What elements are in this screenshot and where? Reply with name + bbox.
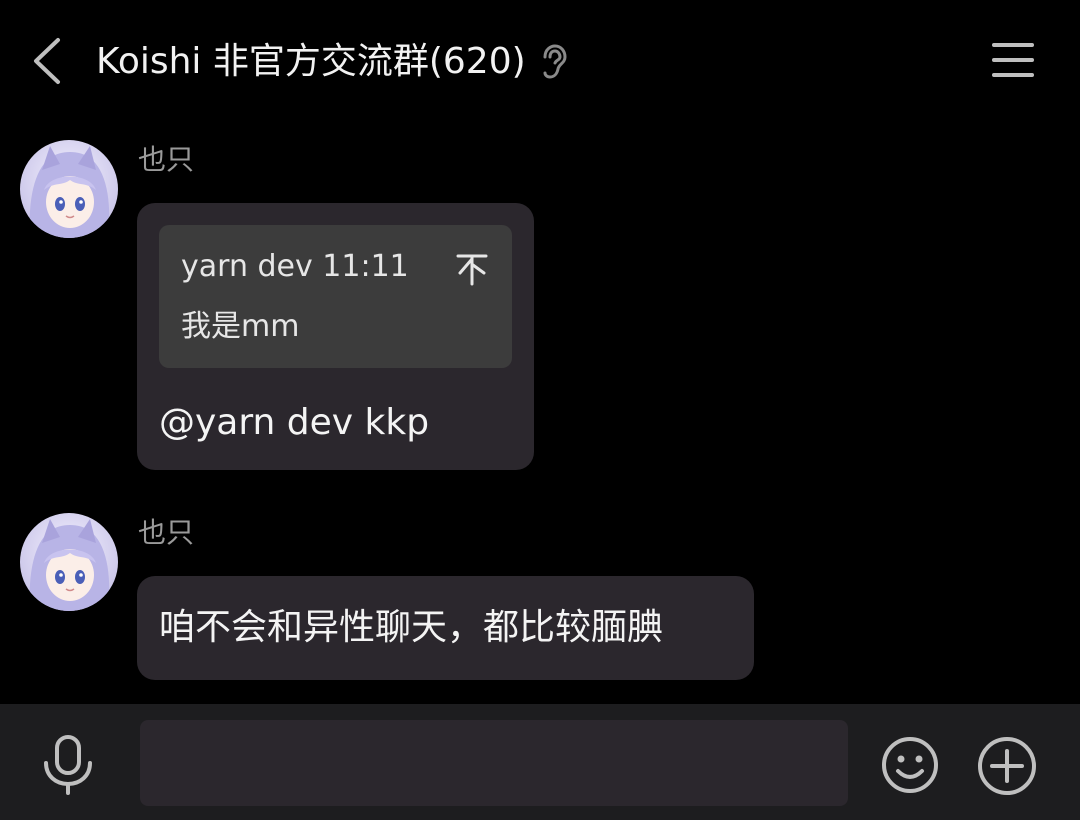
plus-icon (978, 737, 1036, 795)
sender-name: 也只 (138, 143, 195, 176)
menu-button[interactable] (990, 40, 1036, 80)
plus-button[interactable] (976, 735, 1038, 797)
quoted-message[interactable]: yarn dev 11:11 我是mm (159, 225, 512, 368)
message-text: 咱不会和异性聊天，都比较腼腆 (159, 607, 664, 648)
back-icon (34, 38, 60, 84)
microphone-icon (44, 735, 92, 795)
jump-up-arrow-icon[interactable] (455, 251, 489, 287)
message-text: @yarn dev kkp (159, 402, 430, 443)
back-button[interactable] (24, 34, 72, 88)
emoji-icon (882, 737, 938, 793)
chat-screen: Koishi 非官方交流群(620) 也只 yarn dev 11:11 我是m… (0, 0, 1080, 820)
microphone-button[interactable] (40, 734, 96, 796)
avatar[interactable] (20, 140, 118, 238)
message-input[interactable] (140, 720, 848, 806)
menu-icon (992, 43, 1034, 77)
emoji-button[interactable] (880, 735, 940, 795)
message-bubble[interactable]: 咱不会和异性聊天，都比较腼腆 (137, 576, 754, 680)
chat-header: Koishi 非官方交流群(620) (0, 0, 1080, 124)
avatar[interactable] (20, 513, 118, 611)
sender-name: 也只 (138, 516, 195, 549)
ear-icon[interactable] (540, 44, 568, 80)
input-bar (0, 704, 1080, 820)
quote-text: 我是mm (181, 309, 300, 344)
message-bubble[interactable]: yarn dev 11:11 我是mm @yarn dev kkp (137, 203, 534, 470)
quote-author-time: yarn dev 11:11 (181, 249, 409, 284)
group-title[interactable]: Koishi 非官方交流群(620) (96, 38, 526, 86)
